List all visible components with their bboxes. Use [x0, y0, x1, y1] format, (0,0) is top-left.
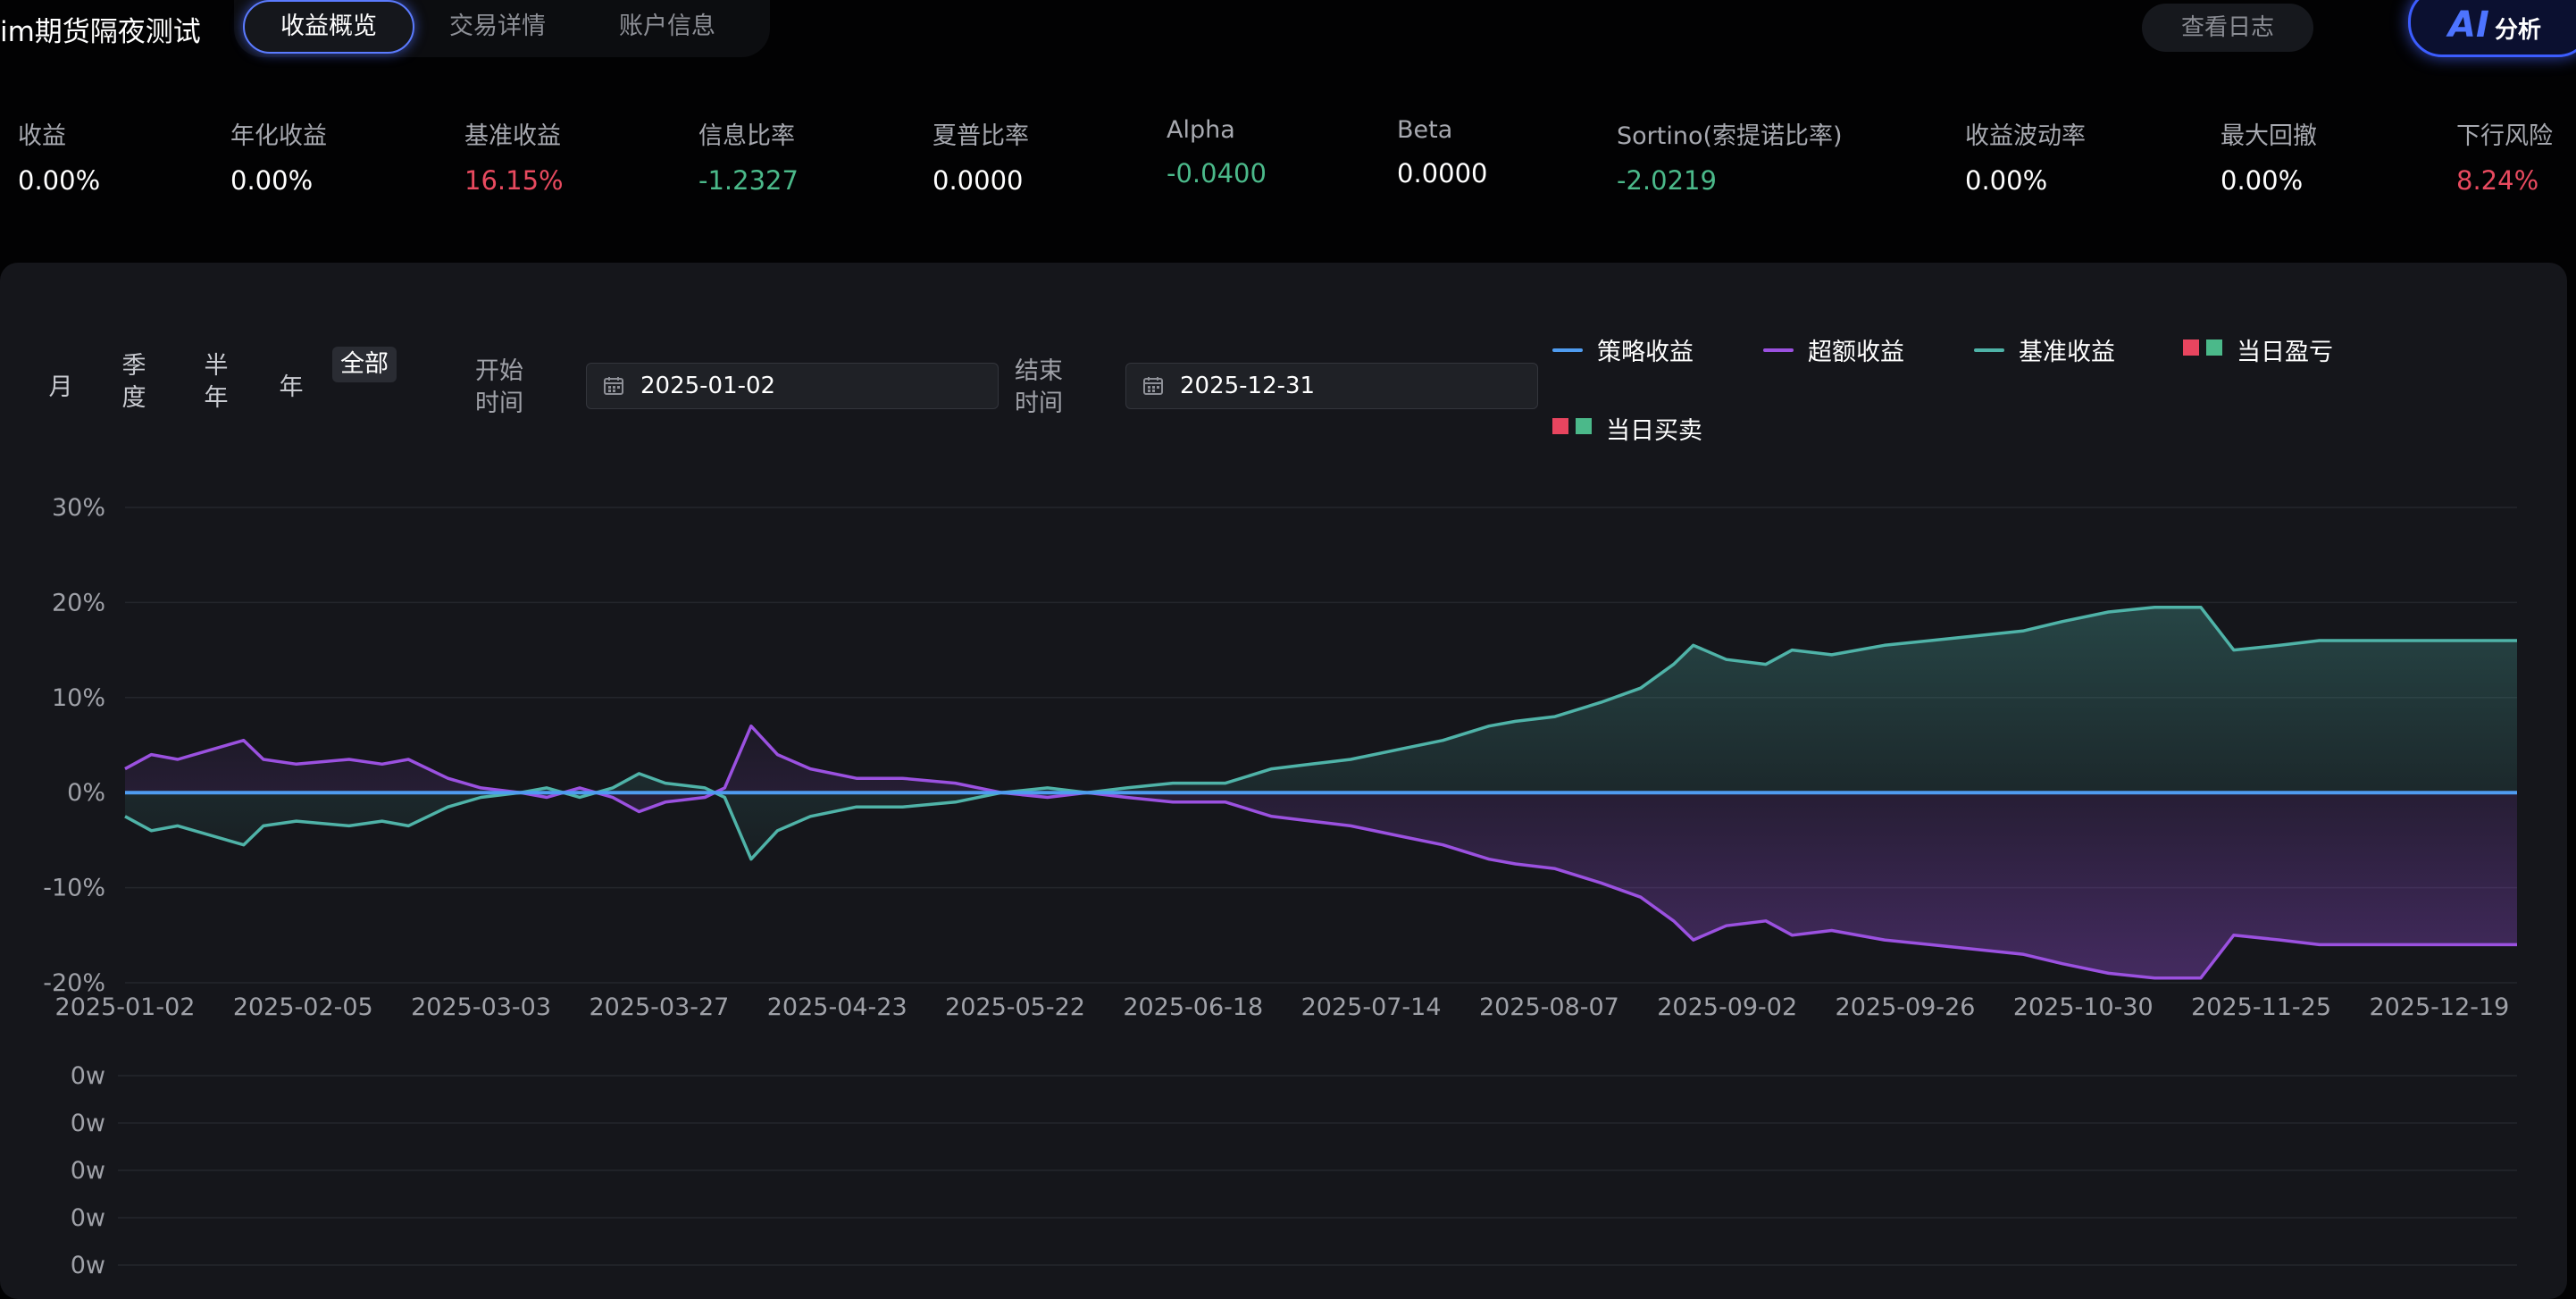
- metric-value: 0.00%: [1965, 165, 2048, 196]
- metric-downside-risk: 下行风险 8.24%: [2456, 116, 2553, 196]
- period-quarter[interactable]: 季度: [118, 350, 150, 415]
- legend-daily-pnl[interactable]: 当日盈亏: [2183, 332, 2333, 367]
- metric-beta: Beta 0.0000: [1397, 116, 1487, 189]
- tab-bar: 收益概览 交易详情 账户信息: [234, 0, 770, 57]
- metric-value: 0.00%: [230, 165, 314, 196]
- ai-analysis-label: 分析: [2495, 17, 2542, 44]
- metric-label: Beta: [1397, 116, 1453, 144]
- metric-sharpe-ratio: 夏普比率 0.0000: [933, 116, 1029, 196]
- start-date-input[interactable]: 2025-01-02: [586, 363, 999, 409]
- metric-label: 收益波动率: [1965, 122, 2086, 150]
- calendar-icon: [604, 377, 623, 395]
- ai-icon: AI: [2448, 4, 2489, 46]
- metric-label: 夏普比率: [933, 122, 1029, 150]
- gain-swatch: [1576, 418, 1592, 434]
- tab-overview[interactable]: 收益概览: [243, 0, 414, 54]
- period-all[interactable]: 全部: [332, 347, 397, 382]
- end-date-label: 结束时间: [1015, 357, 1063, 417]
- legend-line-swatch: [1552, 348, 1583, 352]
- metric-sortino: Sortino(索提诺比率) -2.0219: [1617, 116, 1843, 196]
- metric-annual-return: 年化收益 0.00%: [230, 116, 327, 196]
- end-date-input[interactable]: 2025-12-31: [1125, 363, 1538, 409]
- end-date-value: 2025-12-31: [1180, 373, 1316, 399]
- metric-benchmark-return: 基准收益 16.15%: [464, 116, 564, 196]
- gain-swatch: [2206, 339, 2222, 356]
- view-log-button[interactable]: 查看日志: [2142, 4, 2313, 52]
- metric-label: 基准收益: [464, 122, 561, 150]
- tab-trade-details[interactable]: 交易详情: [422, 2, 573, 52]
- metric-max-drawdown: 最大回撤 0.00%: [2221, 116, 2317, 196]
- calendar-icon: [1143, 377, 1163, 395]
- metric-label: Sortino(索提诺比率): [1617, 122, 1843, 150]
- metric-value: 0.00%: [18, 165, 101, 196]
- metric-value: 0.0000: [1397, 158, 1488, 189]
- start-date-label: 开始时间: [475, 357, 523, 417]
- metric-information-ratio: 信息比率 -1.2327: [698, 116, 799, 196]
- metric-value: 0.00%: [2221, 165, 2304, 196]
- legend-line-swatch: [1763, 348, 1794, 352]
- period-half-year[interactable]: 半年: [200, 350, 232, 415]
- metric-value: 0.0000: [933, 165, 1024, 196]
- metric-label: 收益: [18, 122, 66, 150]
- period-month[interactable]: 月: [45, 372, 77, 404]
- metric-label: 下行风险: [2456, 122, 2553, 150]
- legend-label: 基准收益: [2019, 339, 2115, 366]
- metric-label: Alpha: [1167, 116, 1235, 144]
- legend-label: 超额收益: [1808, 339, 1904, 366]
- legend-excess-return[interactable]: 超额收益: [1763, 332, 1904, 367]
- metric-value: -1.2327: [698, 165, 799, 196]
- metric-label: 最大回撤: [2221, 122, 2317, 150]
- start-date-value: 2025-01-02: [640, 373, 776, 399]
- period-year[interactable]: 年: [275, 372, 307, 404]
- metric-volatility: 收益波动率 0.00%: [1965, 116, 2086, 196]
- legend-strategy-return[interactable]: 策略收益: [1552, 332, 1694, 367]
- ai-analysis-button[interactable]: AI 分析: [2408, 0, 2576, 57]
- legend-benchmark-return[interactable]: 基准收益: [1974, 332, 2115, 367]
- metric-alpha: Alpha -0.0400: [1167, 116, 1267, 189]
- metric-value: 16.15%: [464, 165, 564, 196]
- legend-daily-trades[interactable]: 当日买卖: [1552, 411, 1702, 446]
- loss-swatch: [2183, 339, 2199, 356]
- legend-label: 策略收益: [1597, 339, 1694, 366]
- metric-value: -0.0400: [1167, 158, 1267, 189]
- top-bar: im期货隔夜测试 收益概览 交易详情 账户信息 查看日志 AI 分析: [0, 0, 2576, 57]
- tab-account-info[interactable]: 账户信息: [591, 2, 743, 52]
- metrics-row: 收益 0.00% 年化收益 0.00% 基准收益 16.15% 信息比率 -1.…: [0, 116, 2576, 223]
- metric-value: 8.24%: [2456, 165, 2539, 196]
- metric-label: 信息比率: [698, 122, 795, 150]
- metric-return: 收益 0.00%: [18, 116, 100, 196]
- loss-swatch: [1552, 418, 1568, 434]
- metric-value: -2.0219: [1617, 165, 1717, 196]
- legend-label: 当日盈亏: [2237, 339, 2333, 366]
- legend-label: 当日买卖: [1606, 417, 1702, 445]
- app-title: im期货隔夜测试: [0, 16, 201, 48]
- metric-label: 年化收益: [230, 122, 327, 150]
- chart-panel: [0, 263, 2567, 1299]
- legend-line-swatch: [1974, 348, 2004, 352]
